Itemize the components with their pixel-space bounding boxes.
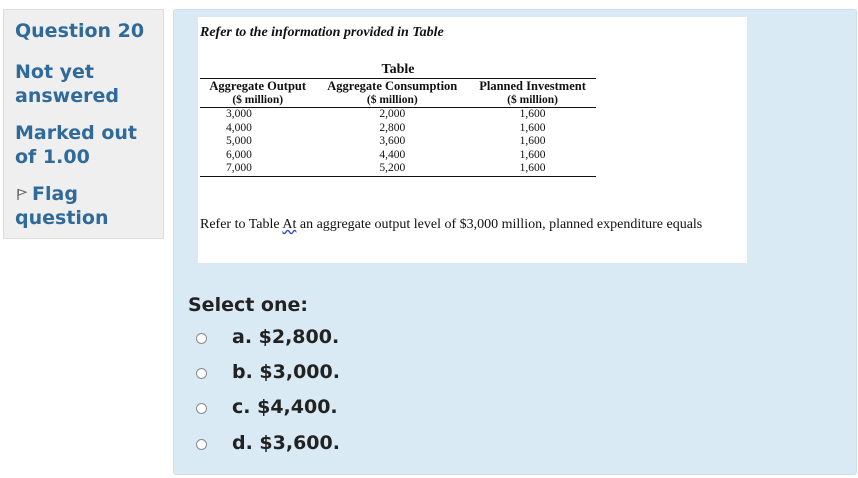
table-caption: Table [381, 62, 415, 77]
flag-icon [15, 183, 29, 200]
column-unit: ($ million) [200, 93, 316, 108]
table-cell: 4,000 [226, 121, 252, 134]
table-row: 5,000 3,600 1,600 [200, 135, 596, 149]
column-unit: ($ million) [469, 93, 596, 108]
column-header: Aggregate Output [200, 78, 316, 93]
column-unit: ($ million) [315, 93, 470, 108]
question-image: Refer to the information provided in Tab… [198, 17, 747, 263]
table-cell: 7,000 [200, 162, 316, 177]
table-cell: 4,400 [379, 148, 406, 161]
answer-option-c[interactable]: c. $4,400. [196, 395, 338, 419]
radio-button[interactable] [196, 332, 207, 344]
option-label[interactable]: d. $3,600. [232, 432, 340, 454]
table-cell: 1,600 [469, 162, 596, 177]
table-row: 3,000 2,000 1,600 [200, 108, 596, 122]
answer-option-b[interactable]: b. $3,000. [196, 360, 340, 384]
table-cell: 3,000 [226, 108, 252, 120]
table-cell: 2,800 [379, 121, 406, 134]
answer-block: Select one: [188, 294, 308, 316]
radio-button[interactable] [196, 438, 207, 450]
table-row: 6,000 4,400 1,600 [200, 149, 596, 163]
answer-option-d[interactable]: d. $3,600. [196, 431, 340, 455]
flag-question-link[interactable]: Flag question [15, 182, 109, 230]
question-number: Question 20 [15, 20, 145, 42]
table-cell: 1,600 [519, 135, 546, 147]
answer-option-a[interactable]: a. $2,800. [196, 325, 339, 349]
table-cell: 6,000 [226, 148, 252, 161]
question-lead: Refer to the information provided in Tab… [200, 25, 444, 40]
table-row: 7,000 5,200 1,600 [200, 162, 596, 177]
question-info-panel: Question 20 Not yet answered Marked out … [3, 9, 164, 239]
table-cell: 1,600 [519, 148, 546, 161]
spellcheck-word: At [282, 217, 297, 232]
question-state: Not yet answered [15, 61, 119, 107]
table-cell: 1,600 [519, 121, 546, 134]
radio-button[interactable] [196, 402, 207, 414]
table-cell: 3,600 [379, 135, 406, 147]
column-header: Planned Investment [469, 78, 596, 93]
radio-button[interactable] [196, 367, 207, 379]
column-header: Aggregate Consumption [315, 78, 470, 93]
table-row: 4,000 2,800 1,600 [200, 122, 596, 136]
data-table: Aggregate Output Aggregate Consumption P… [200, 78, 596, 177]
select-one-prompt: Select one: [188, 294, 308, 316]
option-label[interactable]: c. $4,400. [232, 396, 338, 418]
option-label[interactable]: a. $2,800. [232, 326, 339, 348]
table-cell: 5,200 [315, 162, 470, 177]
question-text: Refer to Table At an aggregate output le… [200, 217, 703, 232]
option-label[interactable]: b. $3,000. [232, 361, 340, 383]
table-cell: 5,000 [226, 135, 252, 147]
table-cell: 1,600 [519, 108, 546, 120]
table-cell: 2,000 [379, 108, 406, 120]
question-grade: Marked out of 1.00 [15, 122, 137, 168]
